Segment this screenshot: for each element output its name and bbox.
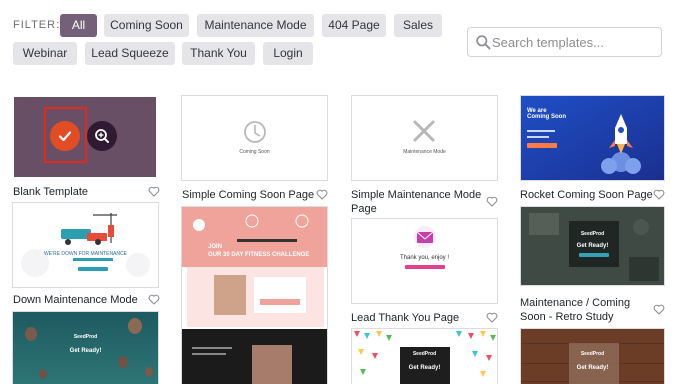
filter-chip-lead-squeeze[interactable]: Lead Squeeze	[85, 42, 175, 65]
template-title: Lead Thank You Page	[351, 312, 460, 324]
template-card-blank[interactable]	[12, 95, 159, 181]
preview-brand: SeedProd	[412, 351, 437, 357]
template-preview	[352, 96, 497, 180]
search-icon	[476, 35, 491, 50]
favorite-heart-icon[interactable]	[653, 304, 665, 315]
template-card-confetti[interactable]: SeedProd Get Ready!	[351, 328, 498, 384]
filter-chip-maintenance-mode[interactable]: Maintenance Mode	[197, 14, 314, 37]
template-card-down-maintenance[interactable]: WE'RE DOWN FOR MAINTENANCE	[12, 202, 159, 288]
filter-chip-login[interactable]: Login	[263, 42, 313, 65]
selection-highlight	[44, 107, 87, 163]
filter-chip-all[interactable]: All	[60, 14, 97, 37]
favorite-heart-icon[interactable]	[486, 312, 498, 323]
template-title: Rocket Coming Soon Page	[520, 189, 653, 201]
template-preview	[182, 96, 327, 180]
template-card-wood[interactable]: SeedProd Get Ready!	[520, 328, 665, 384]
preview-heading: Thank you, enjoy !	[399, 255, 450, 261]
preview-heading: WE'RE DOWN FOR MAINTENANCE	[44, 251, 127, 257]
preview-heading: Get Ready!	[576, 243, 609, 249]
filter-chip-thank-you[interactable]: Thank You	[182, 42, 255, 65]
template-title: Simple Maintenance Mode Page	[351, 189, 482, 215]
zoom-in-icon	[95, 129, 109, 143]
template-card-fitness[interactable]: JOIN OUR 30 DAY FITNESS CHALLENGE	[181, 206, 328, 384]
favorite-heart-icon[interactable]	[486, 196, 498, 207]
favorite-heart-icon[interactable]	[316, 189, 328, 200]
filter-chip-webinar[interactable]: Webinar	[13, 42, 77, 65]
template-preview	[13, 203, 158, 287]
favorite-heart-icon[interactable]	[653, 189, 665, 200]
preview-brand: SeedProd	[73, 334, 98, 340]
filter-chip-sales[interactable]: Sales	[394, 14, 442, 37]
preview-line: JOIN	[208, 244, 223, 250]
search-input[interactable]: Search templates...	[467, 27, 662, 57]
filter-label: FILTER:	[13, 19, 61, 31]
template-card-simple-coming-soon[interactable]: Coming Soon	[181, 95, 328, 181]
preview-heading: Get Ready!	[576, 365, 609, 371]
template-card-balloons[interactable]: SeedProd Get Ready!	[12, 311, 159, 384]
preview-heading: Coming Soon	[239, 149, 270, 155]
preview-heading: Maintenance Mode	[403, 149, 446, 155]
template-title: Blank Template	[13, 186, 89, 198]
favorite-heart-icon[interactable]	[148, 294, 160, 305]
preview-heading: We are Coming Soon	[527, 108, 566, 120]
template-title: Maintenance / Coming Soon - Retro Study	[520, 297, 631, 323]
preview-line: OUR 30 DAY FITNESS CHALLENGE	[208, 252, 310, 258]
template-title: Down Maintenance Mode	[13, 294, 138, 306]
preview-brand: SeedProd	[580, 231, 605, 237]
preview-heading: Get Ready!	[69, 348, 102, 354]
preview-brand: SeedProd	[580, 351, 605, 357]
template-preview	[182, 207, 327, 384]
template-preview	[352, 219, 497, 303]
filter-chip-404-page[interactable]: 404 Page	[322, 14, 386, 37]
template-card-rocket-coming-soon[interactable]: We are Coming Soon	[520, 95, 665, 181]
favorite-heart-icon[interactable]	[148, 186, 160, 197]
preview-heading: Get Ready!	[408, 365, 441, 371]
filter-chip-coming-soon[interactable]: Coming Soon	[104, 14, 189, 37]
preview-template-button[interactable]	[87, 121, 117, 151]
template-card-lead-thank-you[interactable]: Thank you, enjoy !	[351, 218, 498, 304]
template-card-simple-maintenance[interactable]: Maintenance Mode	[351, 95, 498, 181]
template-card-retro-study[interactable]: SeedProd Get Ready!	[520, 206, 665, 286]
template-title: Simple Coming Soon Page	[182, 189, 315, 201]
search-placeholder: Search templates...	[492, 35, 604, 50]
